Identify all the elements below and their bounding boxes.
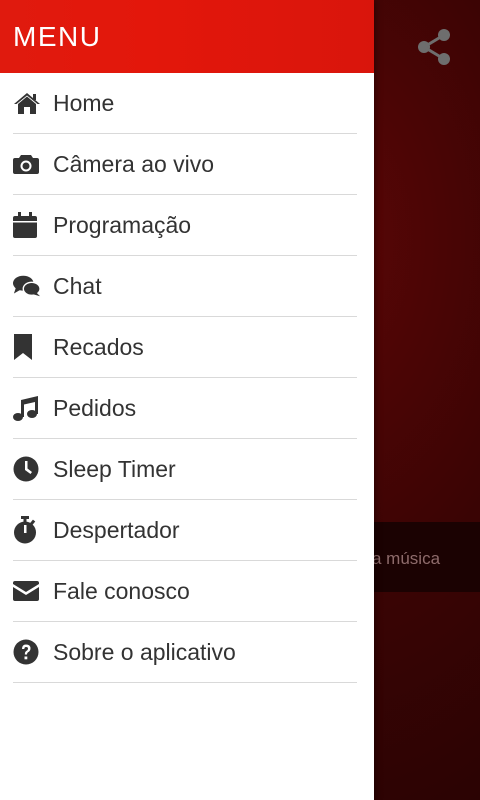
menu-item-label: Câmera ao vivo (53, 150, 215, 177)
drawer-header: MENU (0, 0, 374, 73)
menu-item-label: Despertador (53, 516, 180, 543)
now-playing-text: a música (372, 549, 441, 568)
bookmark-icon (13, 333, 41, 361)
menu-item-label: Sleep Timer (53, 455, 176, 482)
menu-item-camera[interactable]: Câmera ao vivo (13, 134, 357, 195)
music-note-icon (13, 394, 41, 422)
clock-icon (13, 455, 41, 483)
share-icon[interactable] (416, 28, 452, 66)
menu-item-label: Home (53, 89, 115, 116)
menu-item-label: Fale conosco (53, 577, 190, 604)
question-circle-icon (13, 638, 41, 666)
home-icon (13, 89, 41, 117)
navigation-drawer: MENU Home Câmera ao vivo Programação Cha… (0, 0, 374, 800)
menu-item-home[interactable]: Home (13, 73, 357, 134)
stopwatch-icon (13, 516, 41, 544)
envelope-icon (13, 577, 41, 605)
menu-item-label: Sobre o aplicativo (53, 638, 236, 665)
menu-item-label: Chat (53, 272, 102, 299)
menu-item-messages[interactable]: Recados (13, 317, 357, 378)
menu-item-label: Programação (53, 211, 192, 238)
menu-item-contact[interactable]: Fale conosco (13, 561, 357, 622)
menu-item-alarm[interactable]: Despertador (13, 500, 357, 561)
chat-icon (13, 272, 41, 300)
menu-list: Home Câmera ao vivo Programação Chat Rec… (0, 73, 374, 683)
menu-item-about[interactable]: Sobre o aplicativo (13, 622, 357, 683)
menu-item-sleep-timer[interactable]: Sleep Timer (13, 439, 357, 500)
camera-icon (13, 150, 41, 178)
menu-item-schedule[interactable]: Programação (13, 195, 357, 256)
menu-title: MENU (13, 21, 102, 52)
menu-item-requests[interactable]: Pedidos (13, 378, 357, 439)
calendar-icon (13, 211, 41, 239)
menu-item-label: Recados (53, 333, 144, 360)
menu-item-label: Pedidos (53, 394, 137, 421)
menu-item-chat[interactable]: Chat (13, 256, 357, 317)
